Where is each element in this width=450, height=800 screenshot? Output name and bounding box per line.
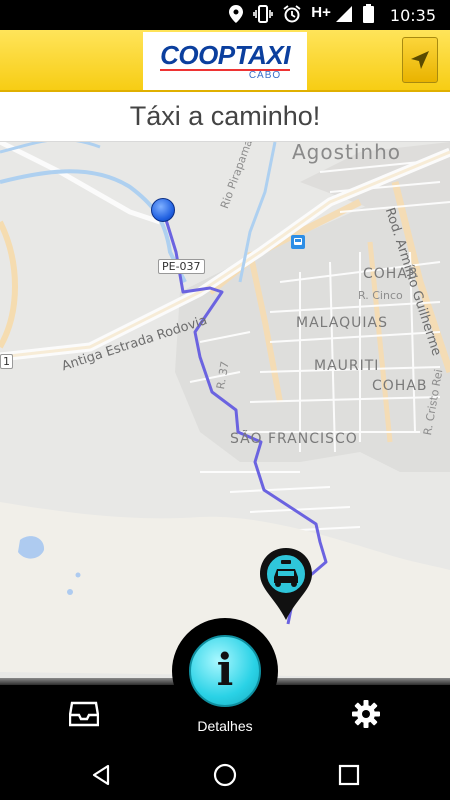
locate-button[interactable] [402, 37, 438, 83]
status-bar: H+ 10:35 [0, 0, 450, 30]
settings-button[interactable] [342, 692, 390, 736]
details-button[interactable]: i [189, 635, 261, 707]
system-nav-bar [0, 750, 450, 800]
brand-name: COOPTAXI [160, 39, 290, 70]
back-button[interactable] [84, 758, 118, 792]
map-label-cohab-1: COHAB [363, 266, 419, 282]
taxi-marker[interactable] [257, 546, 315, 622]
inbox-icon [69, 701, 99, 727]
bus-stop-icon [291, 235, 305, 249]
map-label-cohab-2: COHAB [372, 378, 428, 394]
alarm-icon [283, 4, 301, 26]
map-label-agostinho: Agostinho [292, 142, 402, 164]
location-icon [229, 4, 244, 26]
clock: 10:35 [389, 5, 436, 25]
back-icon [92, 764, 110, 786]
battery-icon [362, 4, 374, 26]
map-canvas [0, 142, 450, 678]
details-button-ring: i [172, 618, 278, 724]
home-icon [213, 763, 237, 787]
map-view[interactable]: Agostinho Rio Pirapama Rod. Armínio Guil… [0, 142, 450, 678]
taxi-icon [260, 548, 312, 620]
brand-sub: CABO [248, 69, 282, 81]
status-title-bar: Táxi a caminho! [0, 92, 450, 142]
details-label: Detalhes [197, 718, 253, 734]
vibrate-icon [253, 4, 274, 26]
map-label-malaquias: MALAQUIAS [296, 315, 388, 331]
map-label-sao-francisco: SÃO FRANCISCO [230, 431, 358, 447]
navigation-arrow-icon [411, 51, 429, 69]
screen: H+ 10:35 COOPTAXI CABO Táxi a caminho! A… [0, 0, 450, 800]
inbox-button[interactable] [60, 692, 108, 736]
signal-icon [335, 5, 353, 26]
current-location-marker [151, 198, 175, 222]
page-title: Táxi a caminho! [129, 101, 321, 131]
recents-button[interactable] [332, 758, 366, 792]
route-shield-1: 1 [0, 354, 13, 369]
home-button[interactable] [208, 758, 242, 792]
info-icon: i [216, 645, 234, 696]
app-header: COOPTAXI CABO [0, 30, 450, 92]
map-label-r-cinco: R. Cinco [358, 289, 403, 302]
map-label-mauriti: MAURITI [314, 358, 380, 374]
recents-icon [338, 764, 360, 786]
route-shield-pe037: PE-037 [158, 259, 205, 274]
gear-icon [352, 700, 380, 728]
brand-logo: COOPTAXI CABO [143, 32, 307, 90]
network-type: H+ [311, 3, 331, 21]
